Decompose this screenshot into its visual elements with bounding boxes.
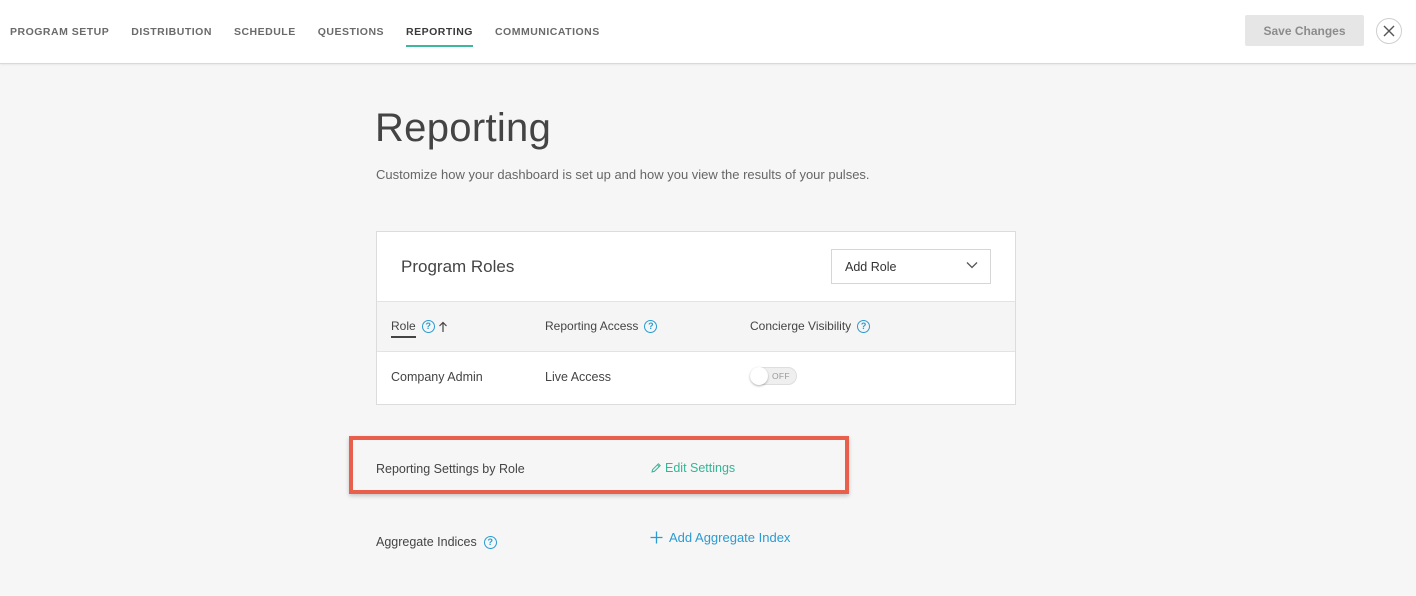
chevron-down-icon bbox=[966, 262, 978, 269]
add-aggregate-index-label: Add Aggregate Index bbox=[669, 530, 791, 545]
plus-icon bbox=[650, 531, 663, 544]
toggle-knob bbox=[750, 367, 768, 385]
program-roles-title: Program Roles bbox=[401, 257, 515, 276]
page-subtitle: Customize how your dashboard is set up a… bbox=[376, 167, 870, 182]
roles-table-header: Role ? Reporting Access ? Concierge Visi… bbox=[377, 301, 1015, 352]
page-title: Reporting bbox=[375, 106, 552, 150]
reporting-settings-label: Reporting Settings by Role bbox=[376, 462, 525, 476]
main-nav: PROGRAM SETUP DISTRIBUTION SCHEDULE QUES… bbox=[10, 0, 622, 64]
aggregate-indices-label: Aggregate Indices ? bbox=[376, 535, 497, 549]
add-aggregate-index-link[interactable]: Add Aggregate Index bbox=[650, 530, 790, 545]
close-button[interactable] bbox=[1376, 18, 1402, 44]
pencil-icon bbox=[651, 463, 661, 473]
nav-tab-questions[interactable]: QUESTIONS bbox=[318, 23, 384, 41]
concierge-visibility-toggle[interactable]: OFF bbox=[750, 367, 797, 385]
add-role-label: Add Role bbox=[845, 259, 897, 274]
close-icon bbox=[1383, 25, 1395, 37]
sort-ascending-icon[interactable] bbox=[438, 321, 448, 333]
column-header-reporting-access: Reporting Access ? bbox=[545, 319, 658, 333]
nav-tab-schedule[interactable]: SCHEDULE bbox=[234, 23, 296, 41]
aggregate-indices-text: Aggregate Indices bbox=[376, 535, 477, 549]
help-icon[interactable]: ? bbox=[857, 319, 871, 333]
add-role-dropdown[interactable]: Add Role bbox=[831, 249, 991, 284]
role-cell: Company Admin bbox=[391, 370, 483, 384]
nav-tab-distribution[interactable]: DISTRIBUTION bbox=[131, 23, 212, 41]
nav-tab-communications[interactable]: COMMUNICATIONS bbox=[495, 23, 600, 41]
toggle-label: OFF bbox=[772, 371, 790, 381]
nav-tab-reporting[interactable]: REPORTING bbox=[406, 23, 473, 47]
top-bar: PROGRAM SETUP DISTRIBUTION SCHEDULE QUES… bbox=[0, 0, 1416, 64]
help-icon[interactable]: ? bbox=[644, 319, 658, 333]
access-cell: Live Access bbox=[545, 370, 612, 384]
role-column-label: Role bbox=[391, 319, 416, 338]
help-icon[interactable]: ? bbox=[421, 320, 435, 333]
edit-settings-link[interactable]: Edit Settings bbox=[650, 461, 735, 475]
reporting-access-column-label: Reporting Access bbox=[545, 319, 639, 333]
nav-tab-program-setup[interactable]: PROGRAM SETUP bbox=[10, 23, 109, 41]
column-header-concierge-visibility: Concierge Visibility ? bbox=[750, 319, 871, 333]
table-row: Company Admin Live Access OFF bbox=[377, 352, 1015, 404]
help-icon[interactable]: ? bbox=[483, 535, 497, 549]
save-changes-button[interactable]: Save Changes bbox=[1245, 15, 1364, 46]
edit-settings-label: Edit Settings bbox=[665, 461, 736, 475]
concierge-visibility-column-label: Concierge Visibility bbox=[750, 319, 852, 333]
column-header-role[interactable]: Role ? bbox=[391, 315, 448, 338]
program-roles-card: Program Roles Add Role Role ? Reporting … bbox=[376, 231, 1016, 405]
